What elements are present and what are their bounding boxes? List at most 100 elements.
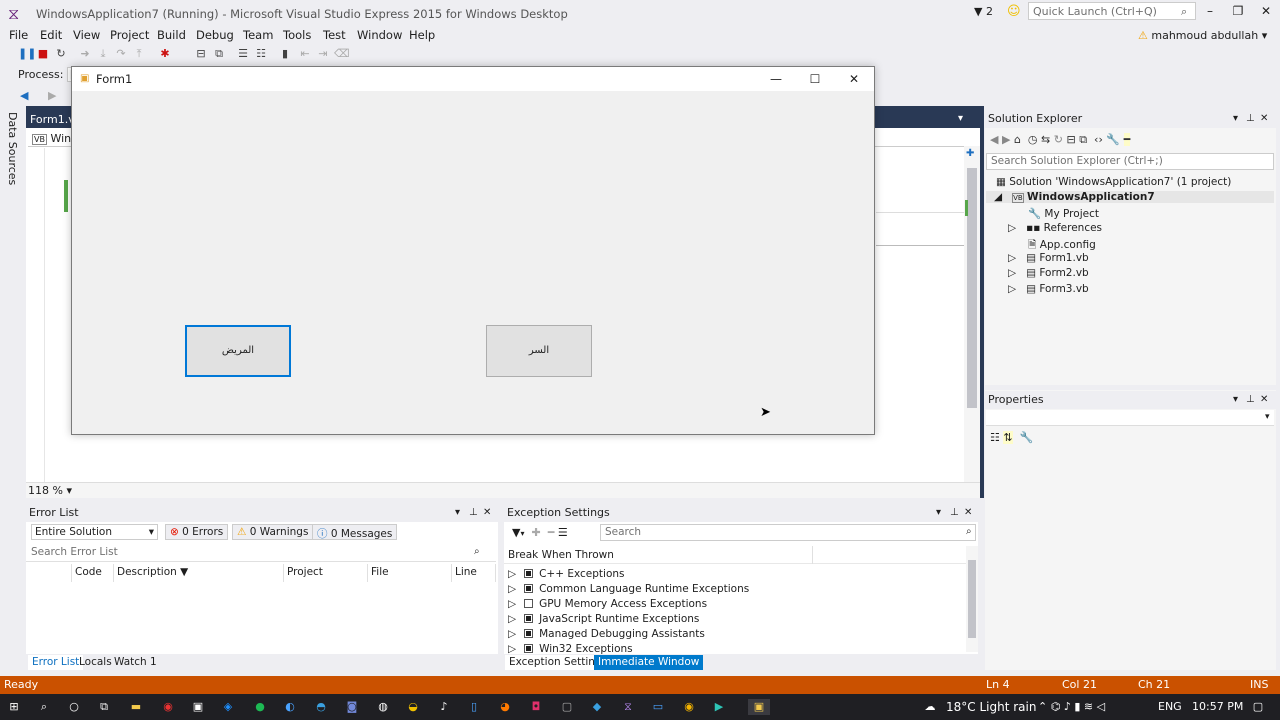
- visual-studio-icon[interactable]: ⧖: [620, 699, 636, 715]
- list-icon[interactable]: ☰: [558, 526, 568, 539]
- refresh-icon[interactable]: ↻: [1054, 133, 1063, 146]
- navigate-back-icon[interactable]: ◀: [20, 89, 28, 102]
- cortana-icon[interactable]: ○: [66, 699, 82, 715]
- pin-icon[interactable]: ⊥: [1246, 113, 1255, 124]
- task-view-icon[interactable]: ⧉: [96, 699, 112, 715]
- align-icon[interactable]: ⊟: [194, 47, 208, 61]
- column-file[interactable]: File: [368, 564, 452, 582]
- menu-help[interactable]: Help: [409, 28, 435, 42]
- menu-build[interactable]: Build: [157, 28, 186, 42]
- form-minimize-button[interactable]: —: [758, 70, 794, 88]
- tree-item-solution[interactable]: ▦ Solution 'WindowsApplication7' (1 proj…: [996, 176, 1231, 188]
- form-close-button[interactable]: ✕: [836, 70, 872, 88]
- feedback-smiley-icon[interactable]: ☺: [1007, 4, 1021, 19]
- column-description[interactable]: Description ▼: [114, 564, 284, 582]
- user-account[interactable]: ⚠ mahmoud abdullah ▾: [1138, 29, 1267, 42]
- show-all-files-icon[interactable]: ⧉: [1079, 133, 1087, 146]
- column-severity[interactable]: [26, 564, 72, 582]
- tree-item-form2[interactable]: ▷ ▤ Form2.vb: [1008, 267, 1089, 279]
- step-over-icon[interactable]: ↷: [114, 47, 128, 61]
- spotify-icon[interactable]: ●: [252, 699, 268, 715]
- bookmark-icon[interactable]: ▮: [278, 47, 292, 61]
- exception-category-item[interactable]: ▷ JavaScript Runtime Exceptions: [508, 613, 699, 625]
- notepad-icon[interactable]: ▯: [466, 699, 482, 715]
- exception-checkbox[interactable]: [524, 614, 534, 623]
- app-icon[interactable]: ◒: [405, 699, 421, 715]
- language-indicator[interactable]: ENG: [1158, 700, 1182, 713]
- column-code[interactable]: Code: [72, 564, 114, 582]
- expand-arrow-icon[interactable]: ▷: [508, 613, 516, 625]
- navigate-forward-icon[interactable]: ▶: [48, 89, 56, 102]
- panel-menu-icon[interactable]: ▾: [1233, 394, 1238, 405]
- history-icon[interactable]: ◷: [1028, 133, 1038, 146]
- clear-bookmarks-icon[interactable]: ⌫: [334, 47, 350, 61]
- view-code-icon[interactable]: ‹›: [1094, 133, 1103, 146]
- search-icon[interactable]: ⌕: [36, 699, 52, 715]
- zoom-combo[interactable]: 118 % ▾: [28, 484, 72, 497]
- panel-close-icon[interactable]: ✕: [1260, 113, 1268, 124]
- show-next-statement-icon[interactable]: ➜: [78, 47, 92, 61]
- exception-checkbox[interactable]: [524, 599, 534, 608]
- running-app-icon[interactable]: ▣: [748, 699, 770, 715]
- exception-checkbox[interactable]: [524, 584, 534, 593]
- next-bookmark-icon[interactable]: ⇥: [316, 47, 330, 61]
- zoom-icon[interactable]: ▭: [650, 699, 666, 715]
- menu-tools[interactable]: Tools: [283, 28, 311, 42]
- instagram-icon[interactable]: ◘: [528, 699, 544, 715]
- forward-icon[interactable]: ▶: [1002, 133, 1010, 146]
- exception-checkbox[interactable]: [524, 629, 534, 638]
- tab-dropdown-icon[interactable]: ▾: [958, 113, 963, 124]
- notifications-icon[interactable]: ▢: [1250, 699, 1266, 715]
- app-icon[interactable]: ▢: [559, 699, 575, 715]
- panel-close-icon[interactable]: ✕: [964, 507, 972, 518]
- tree-item-references[interactable]: ▷ ▪▪ References: [1008, 222, 1102, 234]
- remove-icon[interactable]: ━: [548, 526, 555, 539]
- weather-text[interactable]: 18°C Light rain: [946, 700, 1036, 714]
- app-icon[interactable]: ◈: [220, 699, 236, 715]
- expand-arrow-icon[interactable]: ▷: [508, 628, 516, 640]
- restore-button[interactable]: ❐: [1224, 4, 1252, 20]
- menu-file[interactable]: File: [9, 28, 28, 42]
- exception-category-item[interactable]: ▷ GPU Memory Access Exceptions: [508, 598, 707, 610]
- menu-edit[interactable]: Edit: [40, 28, 62, 42]
- file-explorer-icon[interactable]: ▬: [128, 699, 144, 715]
- collapse-all-icon[interactable]: ⊟: [1066, 133, 1075, 146]
- exception-search-input[interactable]: Search: [600, 524, 976, 541]
- error-list-search[interactable]: Search Error List: [26, 545, 496, 562]
- chrome-icon[interactable]: ◉: [681, 699, 697, 715]
- tree-item-project[interactable]: ◢ VB WindowsApplication7: [986, 191, 1274, 203]
- column-project[interactable]: Project: [284, 564, 368, 582]
- errors-filter[interactable]: ⊗ 0 Errors: [165, 524, 229, 540]
- step-into-icon[interactable]: ⤓: [96, 47, 110, 61]
- app-icon[interactable]: ◍: [375, 699, 391, 715]
- pin-icon[interactable]: ⊥: [950, 507, 959, 518]
- panel-menu-icon[interactable]: ▾: [455, 507, 460, 518]
- pause-icon[interactable]: ❚❚: [18, 47, 36, 61]
- app-icon[interactable]: ▶: [711, 699, 727, 715]
- alphabetical-icon[interactable]: ⇅: [1003, 431, 1013, 444]
- scrollbar-thumb[interactable]: [968, 560, 976, 638]
- tab-immediate-window[interactable]: Immediate Window: [594, 655, 704, 670]
- indent-icon[interactable]: ☰: [236, 47, 250, 61]
- wrench-icon[interactable]: 🔧: [1020, 431, 1034, 444]
- chevron-down-icon[interactable]: ▾: [1265, 412, 1270, 422]
- pin-icon[interactable]: ⊥: [1246, 394, 1255, 405]
- minimize-button[interactable]: –: [1196, 4, 1224, 20]
- exception-category-item[interactable]: ▷ C++ Exceptions: [508, 568, 625, 580]
- split-icon[interactable]: ✚: [966, 148, 974, 159]
- warnings-filter[interactable]: ⚠ 0 Warnings: [232, 524, 314, 540]
- expand-arrow-icon[interactable]: ▷: [508, 568, 516, 580]
- stop-icon[interactable]: ■: [36, 47, 50, 61]
- expand-arrow-icon[interactable]: ▷: [508, 583, 516, 595]
- exception-category-item[interactable]: ▷ Common Language Runtime Exceptions: [508, 583, 749, 595]
- copy-icon[interactable]: ⧉: [212, 47, 226, 61]
- prev-bookmark-icon[interactable]: ⇤: [298, 47, 312, 61]
- restart-icon[interactable]: ↻: [54, 47, 68, 61]
- tree-item-form1[interactable]: ▷ ▤ Form1.vb: [1008, 252, 1089, 264]
- notification-flag[interactable]: ▼ 2: [974, 5, 993, 18]
- step-out-icon[interactable]: ⤒: [132, 47, 146, 61]
- panel-menu-icon[interactable]: ▾: [1233, 113, 1238, 124]
- properties-object-selector[interactable]: [986, 410, 1274, 426]
- secret-button[interactable]: السر: [486, 325, 592, 377]
- form-maximize-button[interactable]: ☐: [797, 70, 833, 88]
